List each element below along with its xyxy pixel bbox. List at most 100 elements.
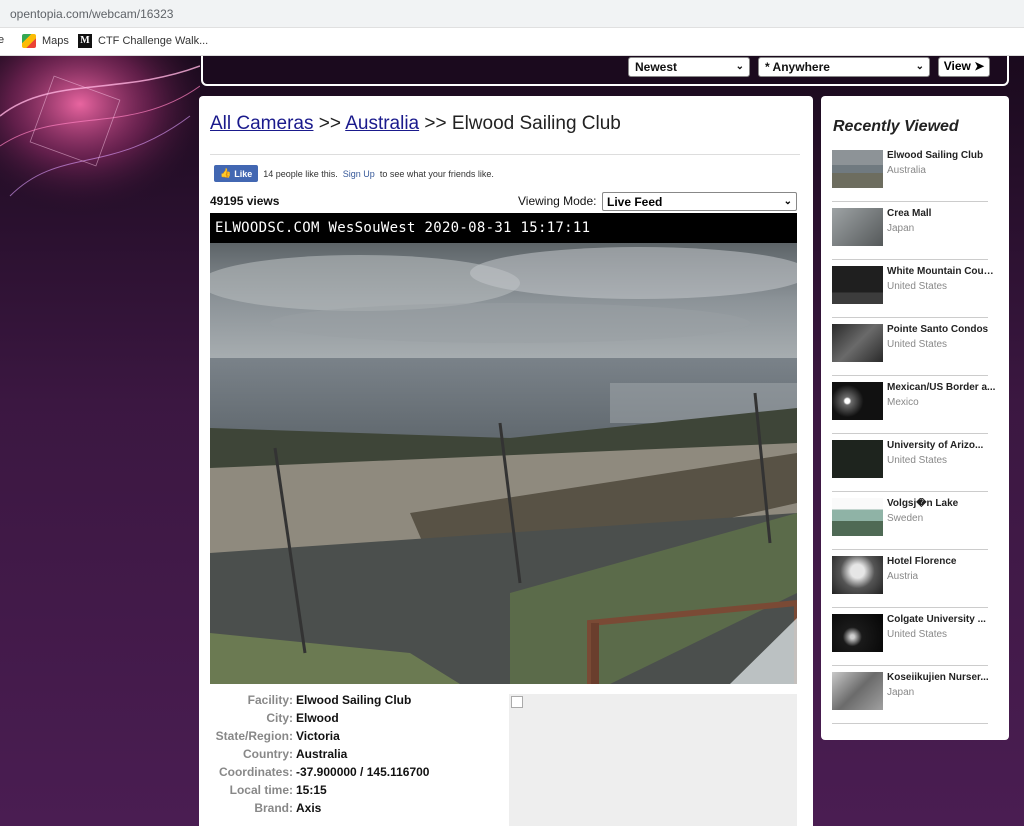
camera-thumbnail[interactable] <box>832 150 883 188</box>
camera-name-link[interactable]: Elwood Sailing Club <box>887 150 997 161</box>
list-item[interactable]: Volgsj�n Lake Sweden <box>832 494 988 550</box>
info-key: Local time: <box>229 783 293 797</box>
like-count-text: 14 people like this. <box>263 168 338 179</box>
camera-country: United States <box>887 281 948 292</box>
chevron-down-icon: ⌄ <box>915 61 924 72</box>
address-bar[interactable]: opentopia.com/webcam/16323 <box>0 0 1024 28</box>
info-key: Facility: <box>247 693 293 707</box>
camera-country: United States <box>887 455 948 466</box>
main-panel: All Cameras >> Australia >> Elwood Saili… <box>199 96 813 826</box>
camera-thumbnail[interactable] <box>832 324 883 362</box>
camera-thumbnail[interactable] <box>832 208 883 246</box>
location-select[interactable]: * Anywhere ⌄ <box>758 57 930 77</box>
info-row-state: State/Region: Victoria <box>199 729 499 747</box>
camera-country: Japan <box>887 687 915 698</box>
breadcrumb: All Cameras >> Australia >> Elwood Saili… <box>210 113 621 135</box>
camera-thumbnail[interactable] <box>832 440 883 478</box>
camera-country: United States <box>887 629 948 640</box>
decorative-swirl <box>0 56 200 216</box>
bookmark-label: CTF Challenge Walk... <box>98 35 209 47</box>
list-item[interactable]: Elwood Sailing Club Australia <box>832 146 988 202</box>
filter-bar: Newest ⌄ * Anywhere ⌄ View ➤ <box>201 56 1009 86</box>
medium-m-icon: M <box>78 34 92 48</box>
camera-name-link[interactable]: Volgsj�n Lake <box>887 498 997 509</box>
view-button[interactable]: View ➤ <box>938 57 990 77</box>
camera-thumbnail[interactable] <box>832 266 883 304</box>
camera-thumbnail[interactable] <box>832 498 883 536</box>
camera-name-link[interactable]: Koseiikujien Nurser... <box>887 672 997 683</box>
list-item[interactable]: Pointe Santo Condos United States <box>832 320 988 376</box>
info-key: City: <box>266 711 293 725</box>
breadcrumb-current: Elwood Sailing Club <box>451 113 621 134</box>
camera-country: Australia <box>887 165 926 176</box>
divider <box>210 154 800 155</box>
bookmark-ctf[interactable]: M CTF Challenge Walk... <box>78 34 208 48</box>
camera-thumbnail[interactable] <box>832 672 883 710</box>
info-value: Australia <box>296 747 348 761</box>
camera-thumbnail[interactable] <box>832 382 883 420</box>
camera-name-link[interactable]: Crea Mall <box>887 208 997 219</box>
camera-name-link[interactable]: Pointe Santo Condos <box>887 324 997 335</box>
camera-thumbnail[interactable] <box>832 614 883 652</box>
camera-country: United States <box>887 339 948 350</box>
camera-country: Japan <box>887 223 915 234</box>
info-row-local-time: Local time: 15:15 <box>199 783 499 801</box>
url-text[interactable]: opentopia.com/webcam/16323 <box>10 7 173 21</box>
view-count: 49195 views <box>210 194 280 208</box>
like-friends-text: to see what your friends like. <box>379 168 494 179</box>
info-row-country: Country: Australia <box>199 747 499 765</box>
camera-name-link[interactable]: Hotel Florence <box>887 556 997 567</box>
broken-image-icon <box>511 696 523 708</box>
breadcrumb-all-cameras[interactable]: All Cameras <box>210 113 313 134</box>
info-value: Elwood Sailing Club <box>296 693 412 707</box>
info-key: Coordinates: <box>218 765 293 779</box>
thumbs-up-icon: 👍 <box>220 168 232 178</box>
info-row-city: City: Elwood <box>199 711 499 729</box>
info-value: Axis <box>296 801 322 815</box>
camera-name-link[interactable]: Mexican/US Border a... <box>887 382 997 393</box>
webcam-timestamp-caption: ELWOODSC.COM WesSouWest 2020-08-31 15:17… <box>210 213 797 243</box>
like-button-label: Like <box>234 168 253 179</box>
info-key: Country: <box>243 747 293 761</box>
chevron-down-icon: ⌄ <box>735 61 744 72</box>
info-row-facility: Facility: Elwood Sailing Club <box>199 693 499 711</box>
list-item[interactable]: Koseiikujien Nurser... Japan <box>832 668 989 724</box>
bookmark-label: e <box>0 34 5 46</box>
camera-country: Austria <box>887 571 919 582</box>
info-row-coordinates: Coordinates: -37.900000 / 145.116700 <box>199 765 499 783</box>
bookmark-partial[interactable]: e <box>0 34 4 46</box>
like-button[interactable]: 👍 Like <box>214 165 259 182</box>
camera-name-link[interactable]: University of Arizo... <box>887 440 997 451</box>
list-item[interactable]: University of Arizo... United States <box>832 436 988 492</box>
list-item[interactable]: Colgate University ... United States <box>832 610 988 666</box>
info-key: Brand: <box>254 801 293 815</box>
location-select-value: * Anywhere <box>765 60 830 74</box>
bookmark-label: Maps <box>42 35 69 47</box>
camera-thumbnail[interactable] <box>832 556 883 594</box>
list-item[interactable]: Crea Mall Japan <box>832 204 988 260</box>
breadcrumb-separator: >> <box>424 113 447 134</box>
info-value: Elwood <box>296 711 339 725</box>
sort-select-value: Newest <box>635 60 678 74</box>
maps-icon <box>22 34 36 48</box>
sign-up-link[interactable]: Sign Up <box>343 169 375 179</box>
list-item[interactable]: White Mountain Coun... United States <box>832 262 997 318</box>
info-row-brand: Brand: Axis <box>199 801 499 819</box>
info-value: Victoria <box>296 729 340 743</box>
camera-name-link[interactable]: White Mountain Coun... <box>887 266 997 277</box>
chevron-down-icon: ⌄ <box>783 196 792 207</box>
breadcrumb-country[interactable]: Australia <box>345 113 419 134</box>
bookmark-maps[interactable]: Maps <box>22 34 69 48</box>
breadcrumb-separator: >> <box>318 113 341 134</box>
sort-select[interactable]: Newest ⌄ <box>628 57 750 77</box>
list-item[interactable]: Mexican/US Border a... Mexico <box>832 378 995 434</box>
viewing-mode-value: Live Feed <box>607 195 663 209</box>
camera-name-link[interactable]: Colgate University ... <box>887 614 997 625</box>
list-item[interactable]: Hotel Florence Austria <box>832 552 988 608</box>
ad-placeholder <box>509 694 797 826</box>
viewing-mode-select[interactable]: Live Feed ⌄ <box>602 192 797 211</box>
bookmarks-bar: e Maps M CTF Challenge Walk... <box>0 28 1024 56</box>
recently-viewed-title: Recently Viewed <box>833 118 959 135</box>
info-value: -37.900000 / 145.116700 <box>296 765 430 779</box>
camera-country: Mexico <box>887 397 919 408</box>
